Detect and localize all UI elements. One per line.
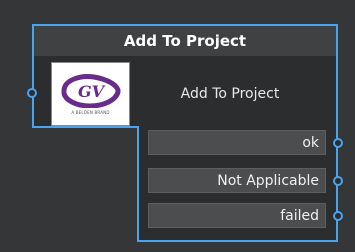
output-failed[interactable]: failed (148, 203, 326, 228)
node-frame-edge (32, 126, 139, 128)
node-title-bar[interactable]: Add To Project (34, 26, 336, 56)
logo-brand-text: GV (77, 82, 105, 101)
gv-logo-icon: GV (61, 73, 120, 108)
node-logo: GV A BELDEN BRAND (51, 62, 130, 126)
input-port[interactable] (27, 88, 37, 98)
node-label: Add To Project (180, 86, 280, 102)
output-not-applicable[interactable]: Not Applicable (148, 168, 326, 193)
node-title: Add To Project (123, 32, 247, 50)
output-port-not-applicable[interactable] (333, 176, 343, 186)
workflow-canvas[interactable]: Add To Project GV A BELDEN BRAND Add To … (0, 0, 355, 252)
output-port-failed[interactable] (333, 211, 343, 221)
output-ok[interactable]: ok (148, 130, 326, 155)
logo-tagline: A BELDEN BRAND (71, 109, 110, 115)
output-label: failed (280, 207, 319, 224)
output-label: Not Applicable (217, 172, 319, 189)
output-port-ok[interactable] (333, 138, 343, 148)
output-label: ok (302, 134, 319, 151)
